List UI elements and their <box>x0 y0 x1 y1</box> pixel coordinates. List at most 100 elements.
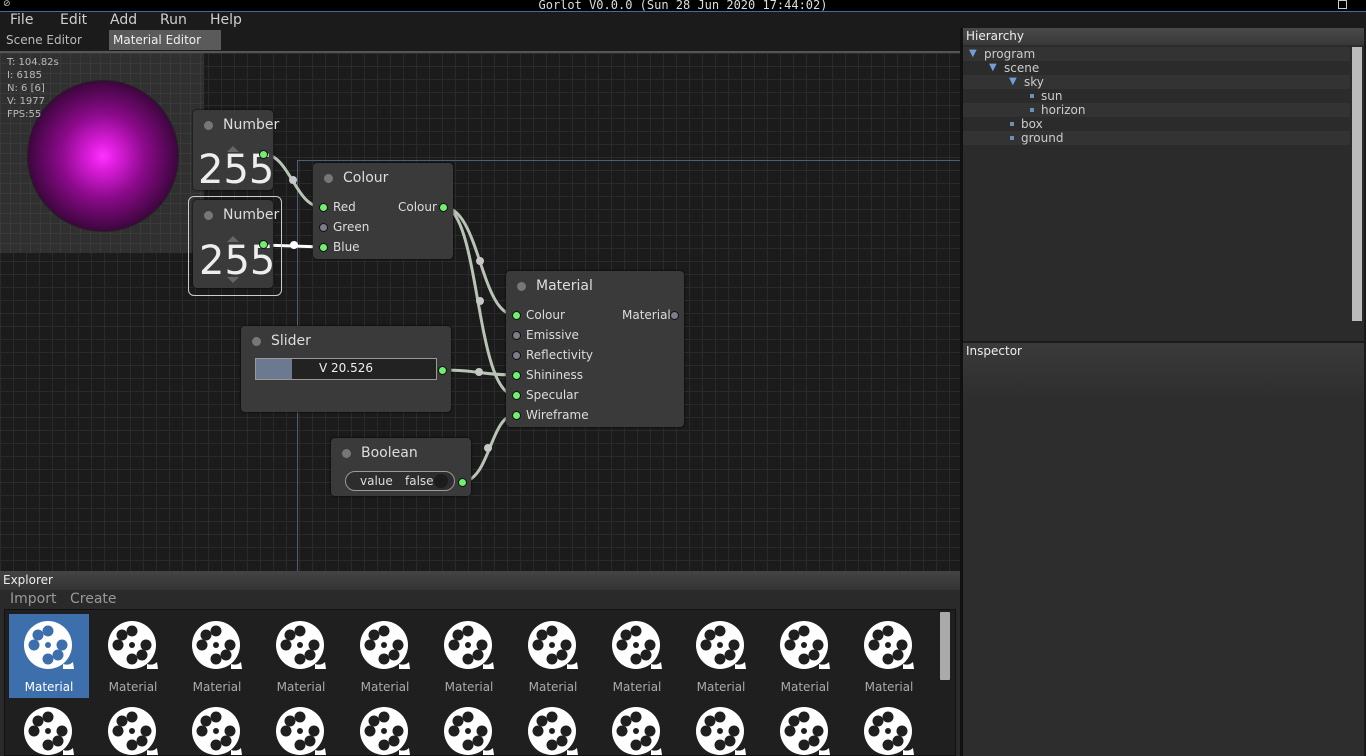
slider-node[interactable]: Slider V 20.526 <box>241 326 451 412</box>
port-label: Wireframe <box>526 408 589 422</box>
node-header[interactable]: Colour <box>313 163 453 193</box>
node-header[interactable]: Slider <box>241 326 451 356</box>
node-header[interactable]: Material <box>506 271 684 301</box>
output-port[interactable] <box>259 150 268 159</box>
inspector-panel: Inspector <box>963 343 1364 756</box>
boolean-toggle[interactable]: value false <box>345 471 455 491</box>
input-port-blue[interactable] <box>319 243 328 252</box>
explorer-item[interactable]: Material <box>849 614 929 698</box>
explorer-item[interactable]: Material <box>597 614 677 698</box>
film-reel-icon <box>611 706 663 755</box>
leaf-node-icon <box>1010 122 1014 126</box>
explorer-item[interactable]: Material <box>177 614 257 698</box>
input-port-green[interactable] <box>319 223 328 232</box>
node-header[interactable]: Boolean <box>331 438 471 468</box>
tree-item-program[interactable]: ▼ program <box>963 47 1350 61</box>
panel-title: Explorer <box>3 573 53 587</box>
port-label: Emissive <box>526 328 579 342</box>
input-port-colour[interactable] <box>512 311 521 320</box>
menu-run[interactable]: Run <box>160 12 187 28</box>
output-port-colour[interactable] <box>439 203 448 212</box>
hierarchy-scrollbar[interactable] <box>1352 47 1362 321</box>
maximize-icon[interactable] <box>1338 0 1347 9</box>
menu-help[interactable]: Help <box>210 12 242 28</box>
port-label: Blue <box>333 240 360 254</box>
explorer-scrollbar[interactable] <box>940 612 950 680</box>
input-port-reflectivity[interactable] <box>512 351 521 360</box>
explorer-item[interactable]: Material <box>765 700 845 755</box>
explorer-item[interactable]: Material <box>93 700 173 755</box>
port-label: Green <box>333 220 370 234</box>
toggle-value: false <box>405 474 434 488</box>
slider-control[interactable]: V 20.526 <box>255 358 437 380</box>
selection-outline <box>188 196 282 296</box>
output-port[interactable] <box>458 478 467 487</box>
explorer-item[interactable]: Material <box>261 614 341 698</box>
tab-scene-editor[interactable]: Scene Editor 0× <box>0 30 108 67</box>
explorer-item[interactable]: Material <box>261 700 341 755</box>
explorer-item[interactable]: Material <box>681 700 761 755</box>
film-reel-icon <box>107 706 159 755</box>
toggle-knob[interactable] <box>434 474 448 488</box>
tab-material-editor[interactable]: Material Editor 0× <box>109 30 221 67</box>
node-status-icon <box>342 449 351 458</box>
tree-item-scene[interactable]: ▼ scene <box>963 61 1350 75</box>
tree-item-label: box <box>1021 117 1043 131</box>
node-header[interactable]: Number <box>193 110 279 140</box>
menu-add[interactable]: Add <box>110 12 137 28</box>
explorer-grid[interactable]: Material Material Material Material Material… <box>4 609 956 756</box>
explorer-item-label: Material <box>444 680 494 694</box>
explorer-item[interactable]: Material <box>345 614 425 698</box>
explorer-item[interactable]: Material <box>513 614 593 698</box>
expand-arrow-icon[interactable]: ▼ <box>969 47 977 61</box>
number-node-1[interactable]: Number 255 <box>193 110 279 193</box>
explorer-item[interactable]: Material <box>93 614 173 698</box>
explorer-item[interactable]: Material <box>429 700 509 755</box>
explorer-item-label: Material <box>360 680 410 694</box>
explorer-item[interactable]: Material <box>513 700 593 755</box>
input-port-specular[interactable] <box>512 391 521 400</box>
explorer-item[interactable]: Material <box>849 700 929 755</box>
tree-item-sky[interactable]: ▼ sky <box>963 75 1350 89</box>
explorer-item[interactable]: Material <box>765 614 845 698</box>
input-port-shininess[interactable] <box>512 371 521 380</box>
expand-arrow-icon[interactable]: ▼ <box>989 61 997 75</box>
tree-item-ground[interactable]: ground <box>963 131 1350 145</box>
port-label: Material <box>622 308 671 322</box>
explorer-item-label: Material <box>780 680 830 694</box>
explorer-item[interactable]: Material <box>597 700 677 755</box>
material-node[interactable]: Material Colour Emissive Reflectivity Sh… <box>506 271 684 427</box>
colour-node[interactable]: Colour Red Green Blue Colour <box>313 163 453 259</box>
output-port-material[interactable] <box>670 311 679 320</box>
explorer-item[interactable]: Material <box>177 700 257 755</box>
tree-item-sun[interactable]: sun <box>963 89 1350 103</box>
tree-item-label: horizon <box>1041 103 1086 117</box>
input-port-emissive[interactable] <box>512 331 521 340</box>
film-reel-icon <box>695 706 747 755</box>
explorer-item[interactable]: Material <box>681 614 761 698</box>
node-graph-canvas[interactable]: T: 104.82s I: 6185 N: 6 [6] V: 1977 FPS:… <box>0 53 960 571</box>
menu-file[interactable]: File <box>10 12 33 28</box>
boolean-node[interactable]: Boolean value false <box>331 438 471 496</box>
node-status-icon <box>324 174 333 183</box>
tree-item-box[interactable]: box <box>963 117 1350 131</box>
explorer-item-label: Material <box>528 680 578 694</box>
expand-arrow-icon[interactable]: ▼ <box>1009 75 1017 89</box>
slider-value: V 20.526 <box>318 361 373 375</box>
explorer-item[interactable]: Material <box>9 700 89 755</box>
node-connections <box>262 152 516 484</box>
menu-edit[interactable]: Edit <box>60 12 87 28</box>
import-button[interactable]: Import <box>10 591 56 607</box>
explorer-item[interactable]: Material <box>429 614 509 698</box>
tree-item-label: scene <box>1004 61 1040 75</box>
explorer-item[interactable]: Material <box>9 614 89 698</box>
tree-item-horizon[interactable]: horizon <box>963 103 1350 117</box>
film-reel-icon <box>695 620 747 672</box>
create-button[interactable]: Create <box>70 591 117 607</box>
film-reel-icon <box>359 706 411 755</box>
output-port[interactable] <box>438 366 447 375</box>
explorer-item[interactable]: Material <box>345 700 425 755</box>
input-port-red[interactable] <box>319 203 328 212</box>
tree-item-label: sky <box>1024 75 1044 89</box>
input-port-wireframe[interactable] <box>512 411 521 420</box>
